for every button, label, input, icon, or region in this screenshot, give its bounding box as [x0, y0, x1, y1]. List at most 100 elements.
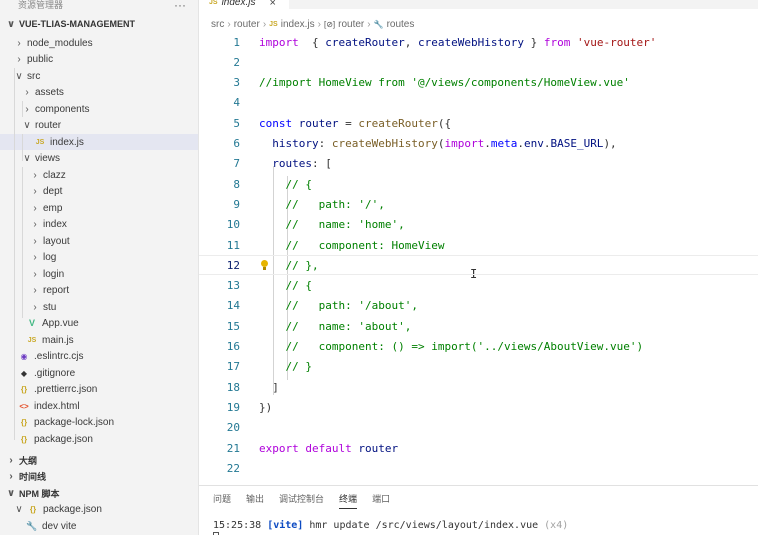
tree-item-label: report	[43, 284, 70, 296]
chevron-right-icon[interactable]: ›	[30, 302, 40, 313]
code-line[interactable]: 1 import { createRouter, createWebHistory…	[199, 32, 758, 52]
breadcrumb-src[interactable]: src	[211, 19, 224, 30]
code-line[interactable]: 14 // path: '/about',	[199, 296, 758, 316]
tree-item-dev-vite[interactable]: 🔧 dev vite	[0, 518, 198, 534]
code-line[interactable]: 11 // component: HomeView	[199, 235, 758, 255]
tree-item-package-lock-json[interactable]: {} package-lock.json	[0, 414, 198, 430]
line-number: 21	[226, 441, 240, 455]
code-line[interactable]: 16 // component: () => import('../views/…	[199, 337, 758, 357]
panel-tab-4[interactable]: 端口	[372, 492, 390, 509]
tree-item-app-vue[interactable]: V App.vue	[0, 315, 198, 331]
tree-item-clazz[interactable]: › clazz	[0, 167, 198, 183]
section-item-26[interactable]: › 大纲	[0, 452, 198, 468]
chevron-right-icon[interactable]: ›	[14, 54, 24, 65]
tree-item-layout[interactable]: › layout	[0, 233, 198, 249]
chevron-down-icon[interactable]: ∨	[6, 19, 16, 30]
code-line[interactable]: 6 history: createWebHistory(import.meta.…	[199, 134, 758, 154]
tree-item-index-js[interactable]: JS index.js	[0, 134, 198, 150]
line-number: 8	[233, 177, 240, 191]
tree-item-package-json[interactable]: ∨ {} package.json	[0, 501, 198, 517]
wrench-file-icon: 🔧	[26, 520, 38, 531]
chevron-down-icon[interactable]: ∨	[22, 153, 32, 164]
section-npm[interactable]: ∨ NPM 脚本	[0, 485, 198, 501]
chevron-right-icon[interactable]: ›	[30, 236, 40, 247]
code-line[interactable]: 5 const router = createRouter({	[199, 113, 758, 133]
code-line[interactable]: 7 routes: [	[199, 154, 758, 174]
terminal-output[interactable]: 15:25:38 [vite] hmr update /src/views/la…	[213, 520, 568, 531]
tree-item-log[interactable]: › log	[0, 249, 198, 265]
breadcrumb-symbol[interactable]: router	[338, 19, 364, 30]
code-line[interactable]: 21 export default router	[199, 438, 758, 458]
code-line[interactable]: 18 ]	[199, 377, 758, 397]
code-line[interactable]: 17 // }	[199, 357, 758, 377]
breadcrumb-router[interactable]: router	[234, 19, 260, 30]
chevron-right-icon[interactable]: ›	[30, 269, 40, 280]
panel-tab-3[interactable]: 终端	[339, 492, 358, 509]
chevron-right-icon[interactable]: ›	[22, 87, 32, 98]
breadcrumb-property[interactable]: routes	[387, 19, 415, 30]
tree-item-public[interactable]: › public	[0, 51, 198, 67]
chevron-right-icon[interactable]: ›	[30, 285, 40, 296]
code-text: // component: HomeView	[259, 239, 445, 252]
more-actions-icon[interactable]: ···	[174, 0, 186, 9]
code-line[interactable]: 9 // path: '/',	[199, 194, 758, 214]
code-line[interactable]: 4	[199, 93, 758, 113]
code-token: createRouter	[358, 116, 438, 130]
code-line[interactable]: 8 // {	[199, 174, 758, 194]
tree-item-label: layout	[43, 235, 70, 247]
tree-item-components[interactable]: › components	[0, 101, 198, 117]
code-line[interactable]: 10 // name: 'home',	[199, 215, 758, 235]
tree-item-index[interactable]: › index	[0, 216, 198, 232]
code-line[interactable]: 20	[199, 418, 758, 438]
chevron-down-icon[interactable]: ∨	[6, 488, 16, 499]
chevron-down-icon[interactable]: ∨	[14, 71, 24, 82]
tree-item-assets[interactable]: › assets	[0, 84, 198, 100]
code-line[interactable]: 15 // name: 'about',	[199, 316, 758, 336]
chevron-right-icon[interactable]: ›	[30, 252, 40, 263]
close-icon[interactable]: ×	[269, 0, 275, 9]
tree-item-node-modules[interactable]: › node_modules	[0, 35, 198, 51]
chevron-down-icon[interactable]: ∨	[22, 120, 32, 131]
code-token: createWebHistory	[331, 137, 438, 150]
tree-item-login[interactable]: › login	[0, 266, 198, 282]
chevron-right-icon[interactable]: ›	[22, 104, 32, 115]
chevron-right-icon[interactable]: ›	[30, 203, 40, 214]
tree-item-index-html[interactable]: <> index.html	[0, 398, 198, 414]
tree-item-report[interactable]: › report	[0, 282, 198, 298]
tree-item-label: node_modules	[27, 37, 93, 49]
tree-item-stu[interactable]: › stu	[0, 299, 198, 315]
tree-item-prettierrc-json[interactable]: {} .prettierrc.json	[0, 381, 198, 397]
code-line[interactable]: 22	[199, 458, 758, 478]
tab-index-js[interactable]: JS index.js ×	[199, 0, 289, 9]
panel-tab-1[interactable]: 输出	[246, 492, 264, 509]
chevron-right-icon[interactable]: ›	[6, 471, 16, 482]
chevron-down-icon[interactable]: ∨	[14, 504, 24, 515]
tree-item-emp[interactable]: › emp	[0, 200, 198, 216]
code-line[interactable]: 3 //import HomeView from '@/views/compone…	[199, 73, 758, 93]
section-item-27[interactable]: › 时间线	[0, 468, 198, 484]
tree-item-src[interactable]: ∨ src	[0, 68, 198, 84]
tree-item-gitignore[interactable]: ◆ .gitignore	[0, 365, 198, 381]
code-line[interactable]: 13 // {	[199, 276, 758, 296]
tree-item-main-js[interactable]: JS main.js	[0, 332, 198, 348]
tree-item-dept[interactable]: › dept	[0, 183, 198, 199]
chevron-right-icon[interactable]: ›	[6, 455, 16, 466]
breadcrumb-file[interactable]: index.js	[281, 19, 315, 30]
chevron-right-icon[interactable]: ›	[14, 38, 24, 49]
tree-item-views[interactable]: ∨ views	[0, 150, 198, 166]
panel-tab-0[interactable]: 问题	[213, 492, 231, 509]
line-number: 1	[233, 35, 240, 49]
section-vue-tlias-management[interactable]: ∨ VUE-TLIAS-MANAGEMENT	[0, 16, 198, 32]
code-editor[interactable]: I 1 import { createRouter, createWebHisto…	[199, 32, 758, 478]
chevron-right-icon[interactable]: ›	[30, 170, 40, 181]
code-line[interactable]: 12 // },	[199, 255, 758, 276]
tree-item-eslintrc-cjs[interactable]: ◉ .eslintrc.cjs	[0, 348, 198, 364]
code-token: =	[338, 116, 359, 130]
tree-item-package-json[interactable]: {} package.json	[0, 431, 198, 447]
code-line[interactable]: 2	[199, 52, 758, 72]
chevron-right-icon[interactable]: ›	[30, 186, 40, 197]
code-line[interactable]: 19})	[199, 397, 758, 417]
tree-item-router[interactable]: ∨ router	[0, 117, 198, 133]
panel-tab-2[interactable]: 调试控制台	[279, 492, 324, 509]
chevron-right-icon[interactable]: ›	[30, 219, 40, 230]
